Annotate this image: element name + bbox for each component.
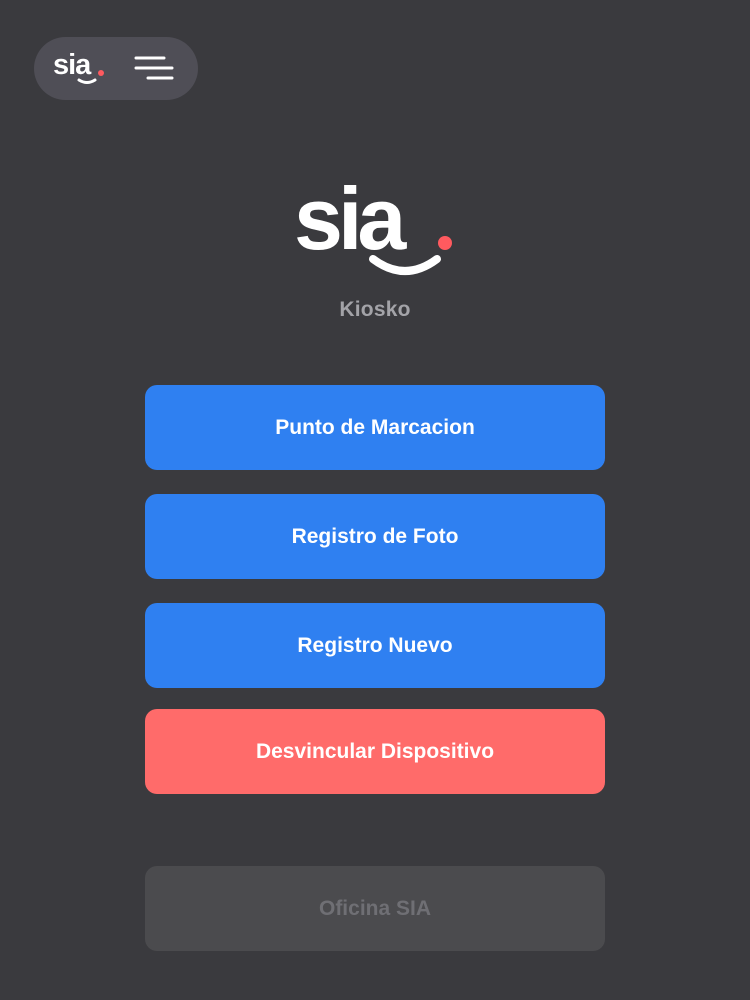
punto-marcacion-button[interactable]: Punto de Marcacion	[145, 385, 605, 470]
oficina-sia-button[interactable]: Oficina SIA	[145, 866, 605, 951]
menu-button[interactable]	[132, 53, 176, 85]
registro-foto-button[interactable]: Registro de Foto	[145, 494, 605, 579]
svg-text:sia: sia	[53, 49, 92, 81]
hamburger-menu-icon	[134, 56, 174, 80]
svg-text:sia: sia	[294, 185, 407, 268]
sia-main-logo: sia	[294, 185, 452, 275]
sia-small-logo: sia	[53, 49, 104, 84]
desvincular-dispositivo-button[interactable]: Desvincular Dispositivo	[145, 709, 605, 794]
top-navigation-pill: sia	[34, 37, 198, 100]
kiosk-subtitle: Kiosko	[339, 298, 411, 321]
registro-nuevo-button[interactable]: Registro Nuevo	[145, 603, 605, 688]
